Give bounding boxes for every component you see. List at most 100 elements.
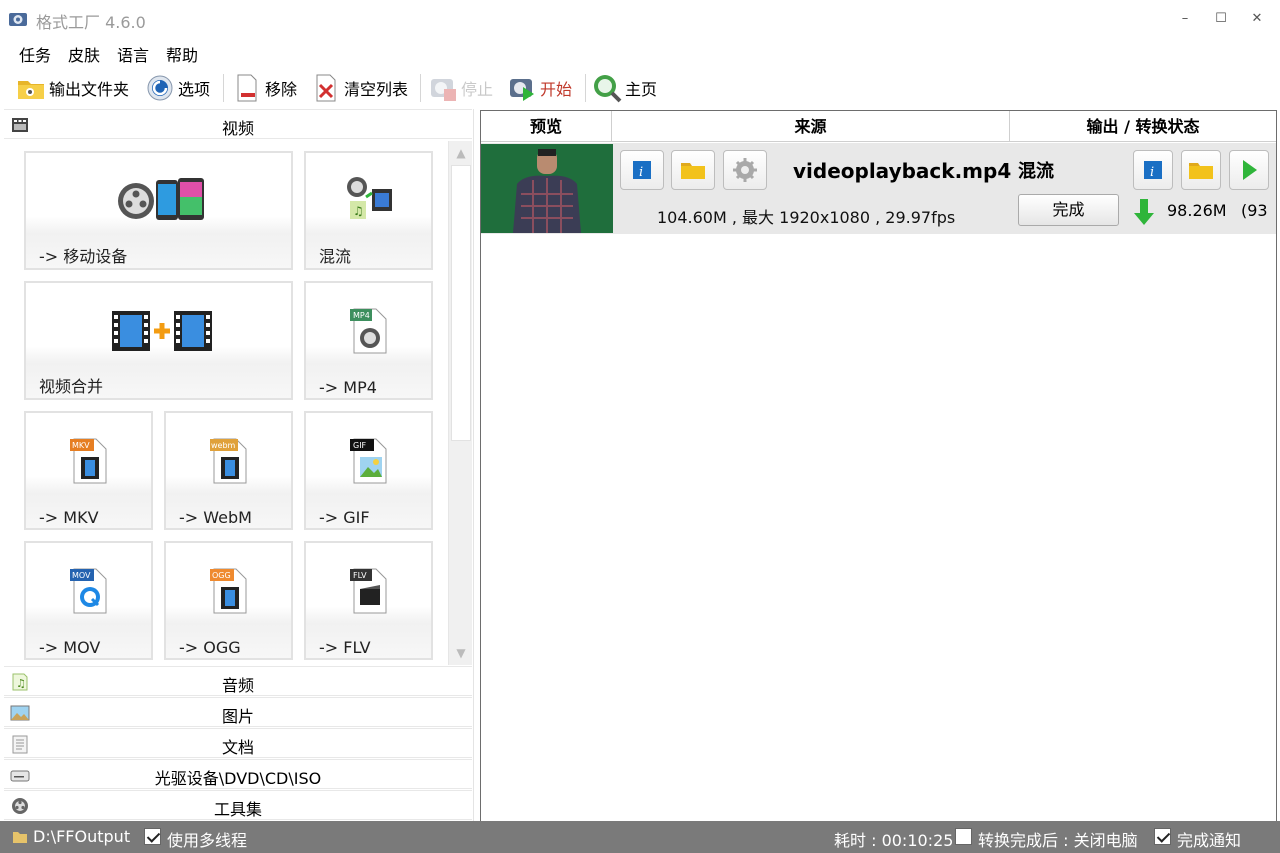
column-header-source[interactable]: 来源 [612,111,1010,142]
column-header-output-status[interactable]: 输出 / 转换状态 [1010,111,1276,142]
tile-webm[interactable]: webm -> WebM [164,411,293,530]
start-button[interactable]: 开始 [507,72,572,104]
info-icon: i [633,161,651,180]
category-document[interactable]: 文档 [4,728,472,758]
source-info-button[interactable]: i [620,150,664,190]
column-header-preview[interactable]: 预览 [481,111,612,142]
toolbar-divider [585,74,586,102]
task-row[interactable]: i videoplayback.mp4 104.60M , 最大 1920x10… [481,143,1276,234]
tile-mux[interactable]: ♫ 混流 [304,151,433,270]
app-logo-icon [9,13,27,26]
info-icon: i [1144,161,1162,180]
category-optical-drive[interactable]: 光驱设备\DVD\CD\ISO [4,759,472,789]
tile-flv[interactable]: FLV -> FLV [304,541,433,660]
status-done-button[interactable]: 完成 [1018,194,1119,226]
tile-mobile-device[interactable]: -> 移动设备 [24,151,293,270]
mobile-device-icon [118,178,204,220]
video-preview-thumbnail [481,144,613,233]
folder-icon [1189,163,1213,179]
tile-video-join[interactable]: 视频合并 [24,281,293,400]
tile-gif[interactable]: GIF -> GIF [304,411,433,530]
scroll-thumb[interactable] [451,165,471,441]
remove-file-icon [237,74,257,102]
format-panel: 视频 -> 移动设备 ♫ 混流 视频合并 MP4 -> MP4 MKV -> M… [4,109,474,821]
stop-button[interactable]: 停止 [428,72,493,104]
svg-text:i: i [639,165,643,180]
home-button[interactable]: 主页 [592,72,657,104]
category-tools-label: 工具集 [213,800,262,819]
toolbar: 输出文件夹 选项 移除 清空列表 停止 开始 主页 [0,68,1280,108]
window-title: 格式工厂 4.6.0 [36,13,146,32]
options-button[interactable]: 选项 [145,72,210,104]
ogg-file-icon: OGG [210,568,247,614]
video-join-icon [112,311,212,351]
svg-text:FLV: FLV [353,571,367,580]
tile-label: -> WebM [179,508,252,527]
output-folder-button[interactable] [1181,150,1221,190]
mp4-file-icon: MP4 [350,308,387,354]
category-document-label: 文档 [221,738,254,757]
output-folder-button[interactable]: 输出文件夹 [16,72,129,104]
remove-button[interactable]: 移除 [232,72,297,104]
tile-ogg[interactable]: OGG -> OGG [164,541,293,660]
svg-text:OGG: OGG [212,571,231,580]
svg-text:MP4: MP4 [353,311,370,320]
tile-mkv[interactable]: MKV -> MKV [24,411,153,530]
category-video-label: 视频 [221,119,254,138]
notify-checkbox[interactable] [1154,828,1171,845]
menu-bar: 任务 皮肤 语言 帮助 [0,38,1280,68]
tile-scrollbar[interactable]: ▲ ▼ [448,141,472,665]
svg-text:i: i [1150,165,1154,180]
clear-list-button[interactable]: 清空列表 [311,72,408,104]
menu-skin[interactable]: 皮肤 [68,42,100,66]
menu-language[interactable]: 语言 [117,42,149,66]
folder-icon [13,832,27,843]
multithread-checkbox[interactable] [144,828,161,845]
menu-task[interactable]: 任务 [19,42,51,66]
menu-help[interactable]: 帮助 [166,42,198,66]
source-filename: videoplayback.mp4 [793,159,1012,183]
mkv-file-icon: MKV [70,438,107,484]
output-path[interactable]: D:\FFOutput [33,827,130,846]
output-info-button[interactable]: i [1133,150,1173,190]
tile-label: -> MKV [39,508,99,527]
task-list-panel: 预览 来源 输出 / 转换状态 i videoplayback.mp4 104.… [480,110,1277,821]
elapsed-time: 耗时 : 00:10:25 [834,831,954,850]
scroll-down-arrow-icon[interactable]: ▼ [451,643,471,663]
source-folder-button[interactable] [671,150,715,190]
category-video[interactable]: 视频 [4,109,472,139]
svg-text:MKV: MKV [72,441,90,450]
home-globe-icon [594,75,622,103]
close-button[interactable]: ✕ [1242,8,1272,30]
svg-text:♫: ♫ [353,204,364,218]
output-size: 98.26M [1167,201,1227,220]
tile-label: -> 移动设备 [39,247,128,266]
scroll-up-arrow-icon[interactable]: ▲ [451,143,471,163]
maximize-button[interactable]: ☐ [1206,8,1236,30]
person-thumbnail-image [481,144,613,233]
shutdown-after-checkbox[interactable] [955,828,972,845]
tile-label: 视频合并 [39,377,104,396]
play-output-button[interactable] [1229,150,1269,190]
svg-text:webm: webm [211,441,236,450]
tile-mp4[interactable]: MP4 -> MP4 [304,281,433,400]
category-audio[interactable]: ♫ 音频 [4,666,472,696]
mov-file-icon: MOV [70,568,107,614]
clear-list-icon [316,74,336,102]
tile-label: 混流 [319,247,352,266]
category-image[interactable]: 图片 [4,697,472,727]
stop-icon [431,79,456,101]
tile-label: -> MP4 [319,378,377,397]
category-optical-drive-label: 光驱设备\DVD\CD\ISO [154,769,322,788]
minimize-button[interactable]: – [1170,8,1200,30]
category-image-label: 图片 [221,707,254,726]
flv-file-icon: FLV [350,568,387,614]
tile-mov[interactable]: MOV -> MOV [24,541,153,660]
folder-icon [681,163,705,179]
source-settings-button[interactable] [723,150,767,190]
toolbar-divider [420,74,421,102]
status-bar: D:\FFOutput 使用多线程 耗时 : 00:10:25 转换完成后 : … [0,821,1280,853]
category-tools[interactable]: 工具集 [4,790,472,820]
start-icon [510,79,534,101]
shutdown-after-label: 转换完成后 : 关闭电脑 [978,831,1138,850]
